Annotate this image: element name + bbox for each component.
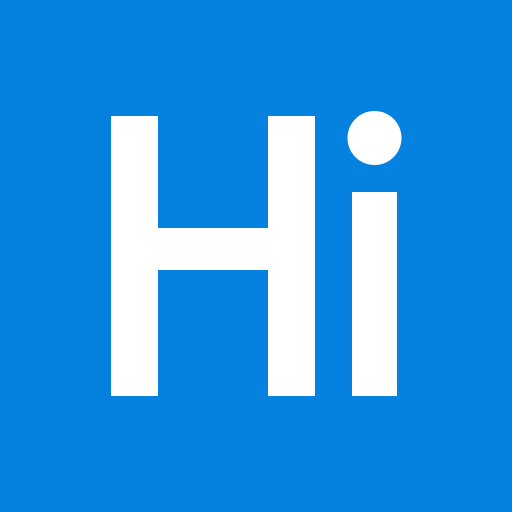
hi-logo-icon: Hi [0, 0, 512, 512]
letter-i-glyph [347, 111, 402, 396]
app-icon: Hi [0, 0, 512, 512]
